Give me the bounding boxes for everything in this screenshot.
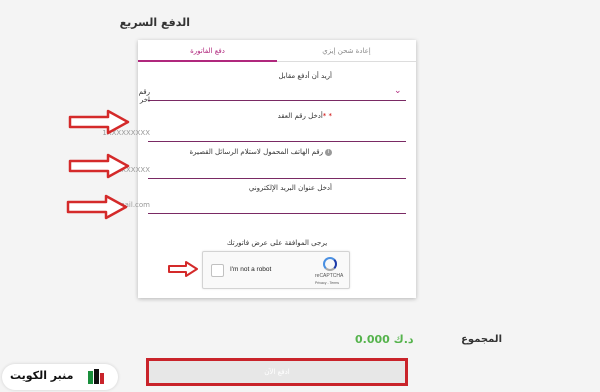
pay-for-select[interactable]: رقم اخر ⌄: [139, 83, 406, 104]
tab-pay-bill[interactable]: دفع الفاتورة: [138, 40, 277, 62]
tab-recharge[interactable]: إعادة شحن إيزي: [277, 40, 416, 62]
required-mark: * *: [322, 112, 332, 120]
total-label: المجموع: [461, 334, 502, 345]
info-icon[interactable]: i: [325, 148, 332, 156]
arrow-right-icon: [168, 261, 198, 277]
recaptcha-logo-icon: [323, 257, 337, 271]
phone-label-text: رقم الهاتف المحمول لاستلام الرسائل القصي…: [189, 148, 323, 156]
pay-now-button[interactable]: ادفع الآن: [146, 358, 408, 386]
chevron-down-icon[interactable]: ⌄: [394, 86, 402, 96]
pay-for-label: أريد أن أدفع مقابل: [278, 72, 332, 80]
contract-label: * *أدخل رقم العقد: [278, 112, 332, 120]
logo-text: منبر الكويت: [10, 369, 74, 382]
email-input[interactable]: xxx@gmail.com: [94, 196, 406, 214]
recaptcha-links[interactable]: Privacy - Terms: [315, 281, 339, 285]
arrow-right-icon: [68, 109, 130, 135]
phone-label: iرقم الهاتف المحمول لاستلام الرسائل القص…: [189, 148, 332, 156]
page-title: الدفع السريع: [119, 16, 190, 29]
arrow-right-icon: [66, 194, 128, 220]
recaptcha-brand: reCAPTCHA: [315, 273, 344, 279]
pay-for-value: رقم اخر: [138, 88, 150, 104]
site-logo: منبر الكويت: [0, 364, 120, 390]
contract-label-text: أدخل رقم العقد: [277, 112, 323, 120]
tab-bar: دفع الفاتورة إعادة شحن إيزي: [138, 40, 416, 62]
consent-text: يرجى الموافقة على عرض فاتورتك: [226, 239, 328, 247]
recaptcha-label: I'm not a robot: [230, 266, 272, 273]
total-value: 0.000 د.ك: [355, 333, 414, 346]
email-label: أدخل عنوان البريد الإلكتروني: [248, 184, 332, 192]
arrow-right-icon: [68, 153, 130, 179]
logo-mark-icon: [88, 369, 104, 384]
recaptcha-widget: I'm not a robot reCAPTCHA Privacy - Term…: [202, 251, 350, 289]
phone-input[interactable]: 9XXXXXXXXX: [102, 161, 406, 179]
contract-number-input[interactable]: 1XXXXXXXXX: [102, 124, 406, 142]
recaptcha-checkbox[interactable]: [211, 264, 224, 277]
pay-now-label: ادفع الآن: [264, 368, 290, 376]
